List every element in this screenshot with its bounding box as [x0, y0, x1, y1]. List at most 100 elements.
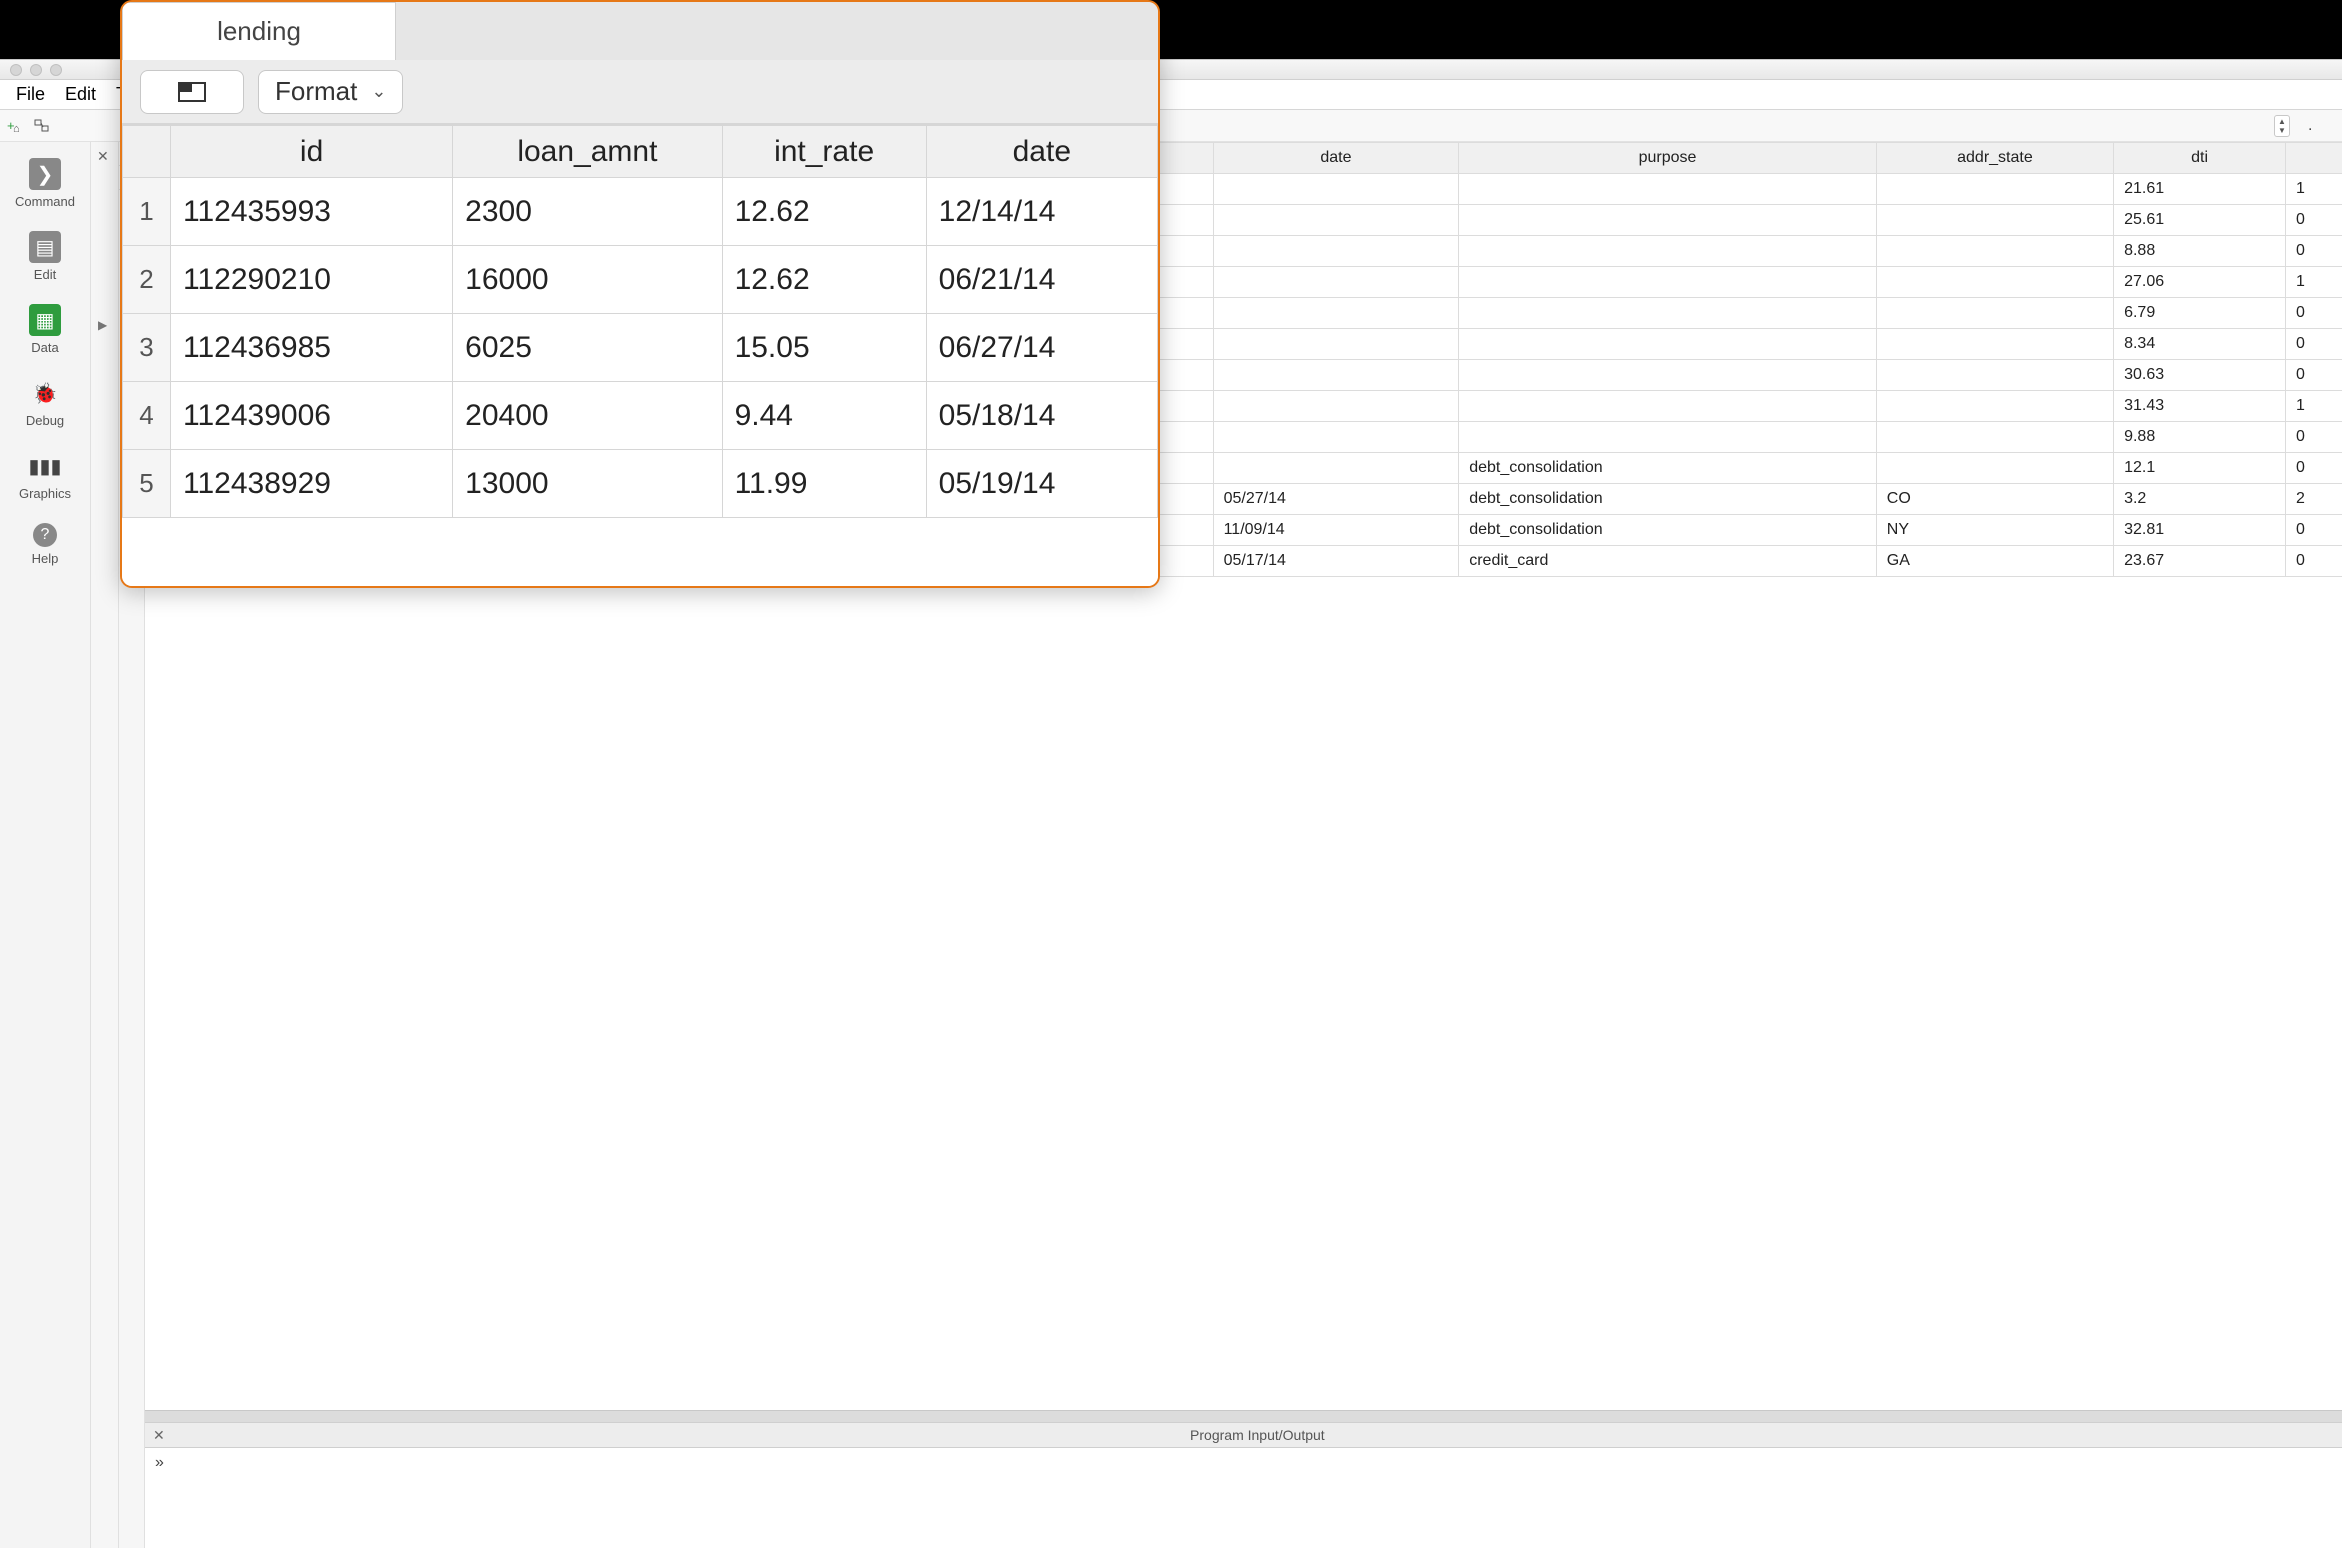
cell[interactable] — [1213, 329, 1459, 360]
sidebar-item-command[interactable]: ❯ Command — [0, 158, 90, 209]
cell[interactable]: 30.63 — [2114, 360, 2286, 391]
cell-loan-amnt[interactable]: 2300 — [453, 178, 722, 246]
cell[interactable] — [1213, 453, 1459, 484]
cell-id[interactable]: 112435993 — [171, 178, 453, 246]
cell[interactable]: CO — [1876, 484, 2113, 515]
traffic-max-icon[interactable] — [50, 64, 62, 76]
col-header[interactable]: date — [926, 126, 1157, 178]
cell[interactable]: 0 — [2286, 236, 2342, 267]
cell[interactable]: GA — [1876, 546, 2113, 577]
col-header[interactable]: purpose — [1459, 143, 1877, 174]
cell[interactable]: 3.2 — [2114, 484, 2286, 515]
tab-lending[interactable]: lending — [122, 2, 396, 60]
col-header[interactable]: inq_last_6mths — [2286, 143, 2342, 174]
output-panel-body[interactable]: » — [145, 1448, 2342, 1548]
cell[interactable]: debt_consolidation — [1459, 453, 1877, 484]
cell-date[interactable]: 05/18/14 — [926, 382, 1157, 450]
table-row[interactable]: 2 112290210 16000 12.62 06/21/14 — [123, 246, 1158, 314]
cell[interactable]: 23.67 — [2114, 546, 2286, 577]
cell-loan-amnt[interactable]: 16000 — [453, 246, 722, 314]
cell[interactable]: 21.61 — [2114, 174, 2286, 205]
close-icon[interactable]: ✕ — [97, 148, 109, 165]
toolbar-link-icon[interactable] — [32, 116, 52, 136]
cell-loan-amnt[interactable]: 20400 — [453, 382, 722, 450]
cell[interactable] — [1876, 329, 2113, 360]
menu-file[interactable]: File — [6, 84, 55, 105]
cell[interactable]: NY — [1876, 515, 2113, 546]
cell[interactable]: 0 — [2286, 329, 2342, 360]
col-header[interactable]: int_rate — [722, 126, 926, 178]
cell[interactable] — [1876, 174, 2113, 205]
cell[interactable] — [1459, 360, 1877, 391]
format-dropdown[interactable]: Format ⌄ — [258, 70, 403, 114]
cell[interactable]: 0 — [2286, 515, 2342, 546]
cell[interactable] — [1213, 236, 1459, 267]
col-header[interactable]: id — [171, 126, 453, 178]
toolbar-stepper[interactable]: ▲▼ — [2274, 115, 2290, 137]
cell[interactable] — [1459, 329, 1877, 360]
cell[interactable]: 1 — [2286, 391, 2342, 422]
cell-id[interactable]: 112439006 — [171, 382, 453, 450]
cell[interactable]: 2 — [2286, 484, 2342, 515]
cell[interactable]: credit_card — [1459, 546, 1877, 577]
table-row[interactable]: 5 112438929 13000 11.99 05/19/14 — [123, 450, 1158, 518]
cell[interactable]: 12.1 — [2114, 453, 2286, 484]
sidebar-item-help[interactable]: ? Help — [0, 523, 90, 566]
cell-int-rate[interactable]: 11.99 — [722, 450, 926, 518]
table-row[interactable]: 3 112436985 6025 15.05 06/27/14 — [123, 314, 1158, 382]
cell[interactable]: debt_consolidation — [1459, 515, 1877, 546]
cell[interactable]: 0 — [2286, 360, 2342, 391]
cell-int-rate[interactable]: 15.05 — [722, 314, 926, 382]
cell-loan-amnt[interactable]: 6025 — [453, 314, 722, 382]
cell[interactable] — [1876, 422, 2113, 453]
cell[interactable] — [1876, 236, 2113, 267]
cell[interactable]: 6.79 — [2114, 298, 2286, 329]
overlay-data-table[interactable]: idloan_amntint_ratedate 1 112435993 2300… — [122, 125, 1158, 518]
cell[interactable]: 0 — [2286, 205, 2342, 236]
cell[interactable]: 9.88 — [2114, 422, 2286, 453]
cell[interactable] — [1876, 267, 2113, 298]
cell[interactable] — [1876, 360, 2113, 391]
sidebar-item-graphics[interactable]: ▮▮▮ Graphics — [0, 450, 90, 501]
cell-date[interactable]: 05/19/14 — [926, 450, 1157, 518]
cell[interactable] — [1213, 174, 1459, 205]
cell-int-rate[interactable]: 12.62 — [722, 246, 926, 314]
cell[interactable] — [1213, 205, 1459, 236]
sidebar-item-edit[interactable]: ▤ Edit — [0, 231, 90, 282]
cell[interactable] — [1459, 205, 1877, 236]
col-header[interactable]: addr_state — [1876, 143, 2113, 174]
cell-id[interactable]: 112290210 — [171, 246, 453, 314]
menu-edit[interactable]: Edit — [55, 84, 106, 105]
cell[interactable] — [1459, 298, 1877, 329]
cell-int-rate[interactable]: 9.44 — [722, 382, 926, 450]
cell[interactable] — [1213, 298, 1459, 329]
cell[interactable] — [1876, 298, 2113, 329]
cell-int-rate[interactable]: 12.62 — [722, 178, 926, 246]
sidebar-item-data[interactable]: ▦ Data — [0, 304, 90, 355]
cell[interactable]: 05/27/14 — [1213, 484, 1459, 515]
cell[interactable] — [1213, 391, 1459, 422]
cell[interactable] — [1213, 422, 1459, 453]
cell-date[interactable]: 06/27/14 — [926, 314, 1157, 382]
cell[interactable]: 0 — [2286, 453, 2342, 484]
cell[interactable] — [1459, 174, 1877, 205]
cell[interactable] — [1459, 391, 1877, 422]
cell[interactable]: 8.34 — [2114, 329, 2286, 360]
layout-toggle-button[interactable] — [140, 70, 244, 114]
table-row[interactable]: 1 112435993 2300 12.62 12/14/14 — [123, 178, 1158, 246]
cell[interactable]: 11/09/14 — [1213, 515, 1459, 546]
traffic-close-icon[interactable] — [10, 64, 22, 76]
cell[interactable]: 27.06 — [2114, 267, 2286, 298]
cell[interactable]: 8.88 — [2114, 236, 2286, 267]
cell-date[interactable]: 12/14/14 — [926, 178, 1157, 246]
cell[interactable]: 1 — [2286, 267, 2342, 298]
cell[interactable]: 31.43 — [2114, 391, 2286, 422]
col-header[interactable]: date — [1213, 143, 1459, 174]
cell[interactable]: 0 — [2286, 546, 2342, 577]
cell[interactable] — [1459, 267, 1877, 298]
cell-date[interactable]: 06/21/14 — [926, 246, 1157, 314]
cell[interactable]: debt_consolidation — [1459, 484, 1877, 515]
cell-id[interactable]: 112438929 — [171, 450, 453, 518]
cell[interactable]: 0 — [2286, 298, 2342, 329]
table-row[interactable]: 4 112439006 20400 9.44 05/18/14 — [123, 382, 1158, 450]
